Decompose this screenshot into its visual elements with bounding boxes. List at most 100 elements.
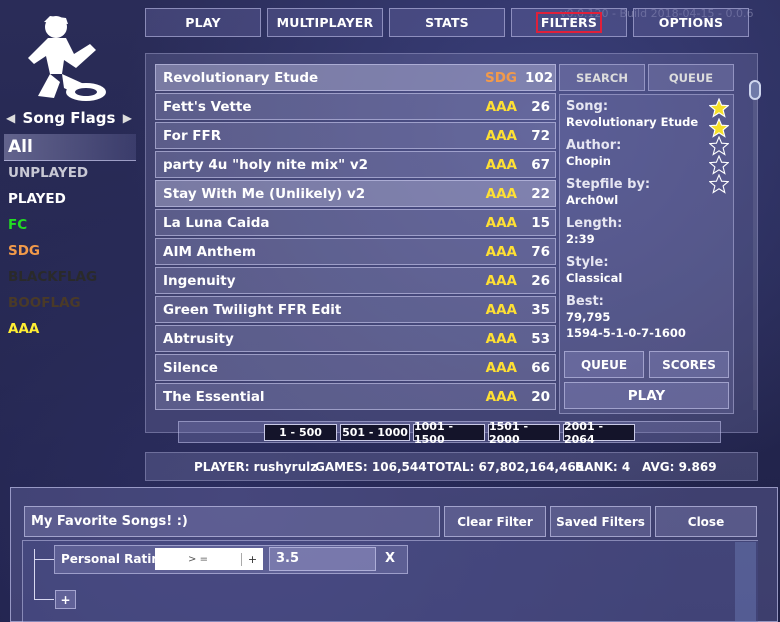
stat-player: PLAYER: rushyrulz: [194, 460, 318, 474]
play-song-button-label: PLAY: [627, 387, 666, 404]
nav-play-label: PLAY: [185, 15, 221, 30]
song-title: Fett's Vette: [163, 98, 252, 115]
rule-operator-select[interactable]: > = +: [155, 548, 263, 570]
ffr-logo-icon: [28, 16, 106, 101]
song-row[interactable]: Fett's Vette AAA 26: [155, 93, 556, 120]
filter-tree-line: [34, 549, 35, 599]
rule-operator-toggle-button[interactable]: +: [241, 552, 263, 566]
filter-tree-branch: [34, 559, 54, 560]
song-title: Revolutionary Etude: [163, 69, 319, 86]
song-row[interactable]: Ingenuity AAA 26: [155, 267, 556, 294]
scores-button[interactable]: SCORES: [649, 351, 729, 378]
rating-star-icon[interactable]: [709, 136, 729, 156]
tab-search-label: SEARCH: [576, 70, 628, 85]
song-title: Abtrusity: [163, 330, 234, 347]
info-length-label: Length:: [566, 216, 623, 231]
rating-star-icon[interactable]: [709, 155, 729, 175]
nav-options-label: OPTIONS: [658, 15, 724, 30]
flag-item-all[interactable]: All: [4, 134, 136, 161]
page-button-label: 501 - 1000: [342, 426, 408, 439]
flag-item-fc[interactable]: FC: [8, 217, 27, 233]
remove-rule-button[interactable]: X: [385, 551, 395, 566]
song-row[interactable]: La Luna Caida AAA 15: [155, 209, 556, 236]
saved-filters-button[interactable]: Saved Filters: [550, 506, 651, 537]
song-grade: AAA: [485, 359, 517, 376]
flag-item-unplayed[interactable]: UNPLAYED: [8, 165, 88, 181]
rating-star-icon[interactable]: [709, 118, 729, 138]
page-button-label: 1 - 500: [279, 426, 322, 439]
clear-filter-button[interactable]: Clear Filter: [444, 506, 546, 537]
song-grade: AAA: [485, 301, 517, 318]
info-author-value: Chopin: [566, 154, 611, 168]
page-button[interactable]: 1001 - 1500: [413, 420, 485, 446]
song-grade: AAA: [485, 127, 517, 144]
nav-multiplayer-label: MULTIPLAYER: [276, 15, 374, 30]
play-song-button[interactable]: PLAY: [564, 382, 729, 409]
clear-filter-label: Clear Filter: [457, 514, 533, 529]
info-style-value: Classical: [566, 271, 623, 285]
nav-filters-label: FILTERS: [535, 12, 603, 33]
info-stepfile-value: Arch0wl: [566, 193, 619, 207]
flags-prev-arrow-icon[interactable]: ◀: [6, 111, 15, 125]
song-row[interactable]: party 4u "holy nite mix" v2 AAA 67: [155, 151, 556, 178]
song-grade: AAA: [485, 98, 517, 115]
info-author-label: Author:: [566, 138, 622, 153]
rating-star-icon[interactable]: [709, 174, 729, 194]
stat-avg: AVG: 9.869: [642, 460, 717, 474]
song-score: 72: [531, 127, 550, 144]
song-row[interactable]: The Essential AAA 20: [155, 383, 556, 410]
info-style-label: Style:: [566, 255, 609, 270]
info-length-value: 2:39: [566, 232, 595, 246]
song-title: Green Twilight FFR Edit: [163, 301, 342, 318]
page-button-label: 2001 - 2064: [564, 419, 604, 446]
flag-item-booflag[interactable]: BOOFLAG: [8, 295, 81, 311]
page-button-label: 1501 - 2000: [489, 419, 529, 446]
page-button[interactable]: 1501 - 2000: [488, 420, 560, 446]
song-grade: AAA: [485, 388, 517, 405]
song-row[interactable]: For FFR AAA 72: [155, 122, 556, 149]
scores-button-label: SCORES: [662, 357, 716, 372]
info-stepfile-label: Stepfile by:: [566, 177, 651, 192]
tab-queue-label: QUEUE: [668, 70, 714, 85]
add-rule-button[interactable]: +: [55, 590, 76, 609]
song-row[interactable]: AIM Anthem AAA 76: [155, 238, 556, 265]
rule-value-input[interactable]: 3.5: [269, 547, 376, 571]
song-score: 35: [531, 301, 550, 318]
filter-window-scrollbar[interactable]: [735, 542, 756, 622]
song-score: 76: [531, 243, 550, 260]
nav-stats-button[interactable]: STATS: [389, 8, 505, 37]
flag-item-sdg[interactable]: SDG: [8, 243, 40, 259]
song-row[interactable]: Abtrusity AAA 53: [155, 325, 556, 352]
song-score: 26: [531, 272, 550, 289]
song-score: 20: [531, 388, 550, 405]
flag-item-played[interactable]: PLAYED: [8, 191, 66, 207]
filter-name-field[interactable]: My Favorite Songs! :): [24, 506, 440, 537]
flags-next-arrow-icon[interactable]: ▶: [123, 111, 132, 125]
rule-type-label: Personal Rating: [61, 552, 169, 566]
song-grade: AAA: [485, 243, 517, 260]
page-button[interactable]: 2001 - 2064: [563, 420, 635, 446]
song-row[interactable]: Silence AAA 66: [155, 354, 556, 381]
song-list-scrollbar-track[interactable]: [753, 100, 757, 410]
nav-filters-button[interactable]: FILTERS: [511, 8, 627, 37]
rating-star-icon[interactable]: [709, 98, 729, 118]
flag-item-aaa[interactable]: AAA: [8, 321, 39, 337]
close-filter-button[interactable]: Close: [655, 506, 757, 537]
tab-search[interactable]: SEARCH: [559, 64, 645, 91]
song-grade: AAA: [485, 214, 517, 231]
nav-multiplayer-button[interactable]: MULTIPLAYER: [267, 8, 383, 37]
song-flags-header: ◀ Song Flags ▶: [6, 107, 132, 129]
page-button[interactable]: 501 - 1000: [340, 424, 410, 441]
tab-queue[interactable]: QUEUE: [648, 64, 734, 91]
flag-item-blackflag[interactable]: BLACKFLAG: [8, 269, 97, 285]
song-score: 22: [531, 185, 550, 202]
nav-play-button[interactable]: PLAY: [145, 8, 261, 37]
nav-options-button[interactable]: OPTIONS: [633, 8, 749, 37]
page-button[interactable]: 1 - 500: [264, 424, 337, 441]
song-row[interactable]: Stay With Me (Unlikely) v2 AAA 22: [155, 180, 556, 207]
queue-button[interactable]: QUEUE: [564, 351, 644, 378]
song-row[interactable]: Green Twilight FFR Edit AAA 35: [155, 296, 556, 323]
song-list-scrollbar-thumb[interactable]: [749, 80, 761, 100]
song-row[interactable]: Revolutionary Etude SDG 102: [155, 64, 556, 91]
info-best-score: 79,795: [566, 310, 611, 324]
